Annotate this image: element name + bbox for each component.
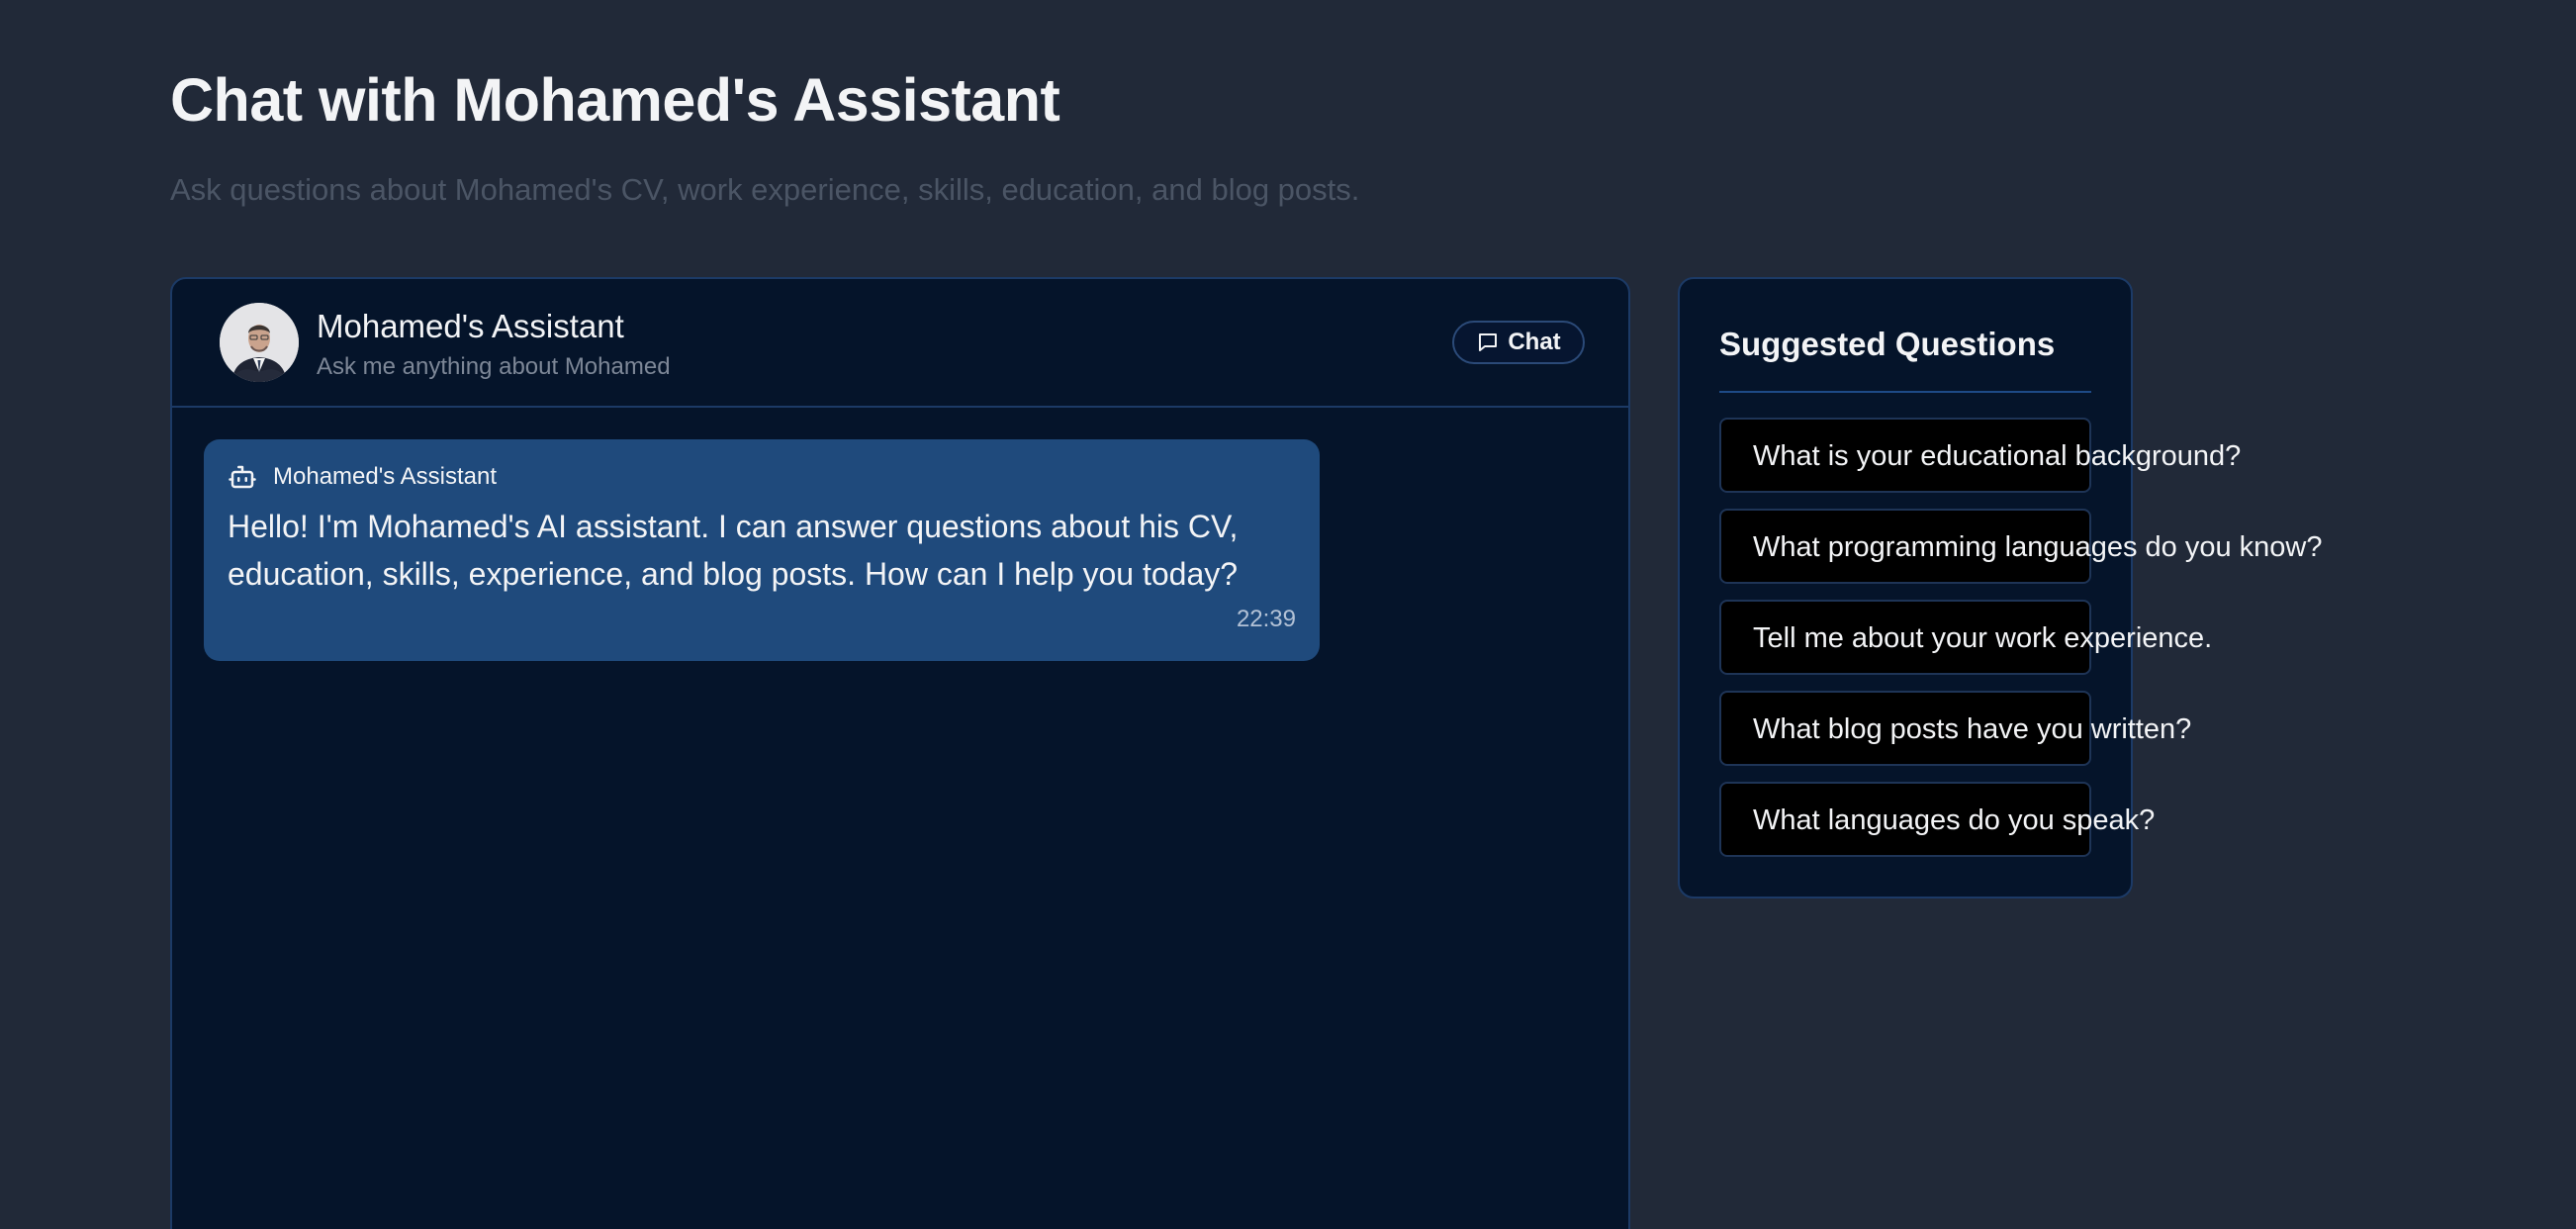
suggested-question-button[interactable]: What blog posts have you written?: [1719, 691, 2191, 766]
chat-header: Mohamed's Assistant Ask me anything abou…: [172, 279, 1628, 408]
message-square-icon: [1479, 333, 1498, 351]
assistant-avatar-photo: [220, 303, 299, 382]
suggested-question-button[interactable]: What is your educational background?: [1719, 418, 2241, 493]
assistant-tagline: Ask me anything about Mohamed: [317, 353, 671, 380]
assistant-name: Mohamed's Assistant: [317, 308, 624, 344]
suggested-question-label: What is your educational background?: [1753, 440, 2242, 472]
assistant-message: Mohamed's Assistant Hello! I'm Mohamed's…: [204, 439, 1320, 661]
suggested-question-label: Tell me about your work experience.: [1753, 622, 2213, 654]
message-header: Mohamed's Assistant: [228, 461, 497, 493]
suggested-question-label: What blog posts have you written?: [1753, 713, 2192, 745]
message-text: Hello! I'm Mohamed's AI assistant. I can…: [228, 509, 1239, 592]
chat-mode-badge[interactable]: Chat: [1452, 321, 1585, 364]
page-title: Chat with Mohamed's Assistant: [170, 66, 1060, 134]
page: Chat with Mohamed's Assistant Ask questi…: [0, 0, 2576, 1229]
suggested-questions-title: Suggested Questions: [1719, 326, 2056, 362]
message-timestamp: 22:39: [1236, 606, 1296, 632]
avatar: [220, 303, 299, 382]
chat-panel: Mohamed's Assistant Ask me anything abou…: [170, 277, 1630, 1229]
chat-badge-label: Chat: [1508, 329, 1561, 355]
divider: [1719, 391, 2091, 393]
suggested-question-button[interactable]: Tell me about your work experience.: [1719, 600, 2212, 675]
suggested-questions-panel: Suggested Questions What is your educati…: [1678, 277, 2323, 898]
suggested-question-button[interactable]: What languages do you speak?: [1719, 782, 2155, 857]
suggested-question-label: What languages do you speak?: [1753, 804, 2156, 836]
message-sender: Mohamed's Assistant: [273, 463, 498, 490]
page-subtitle: Ask questions about Mohamed's CV, work e…: [170, 172, 1360, 207]
suggested-question-button[interactable]: What programming languages do you know?: [1719, 509, 2323, 584]
bot-icon: [229, 465, 256, 489]
suggested-question-label: What programming languages do you know?: [1753, 531, 2323, 563]
